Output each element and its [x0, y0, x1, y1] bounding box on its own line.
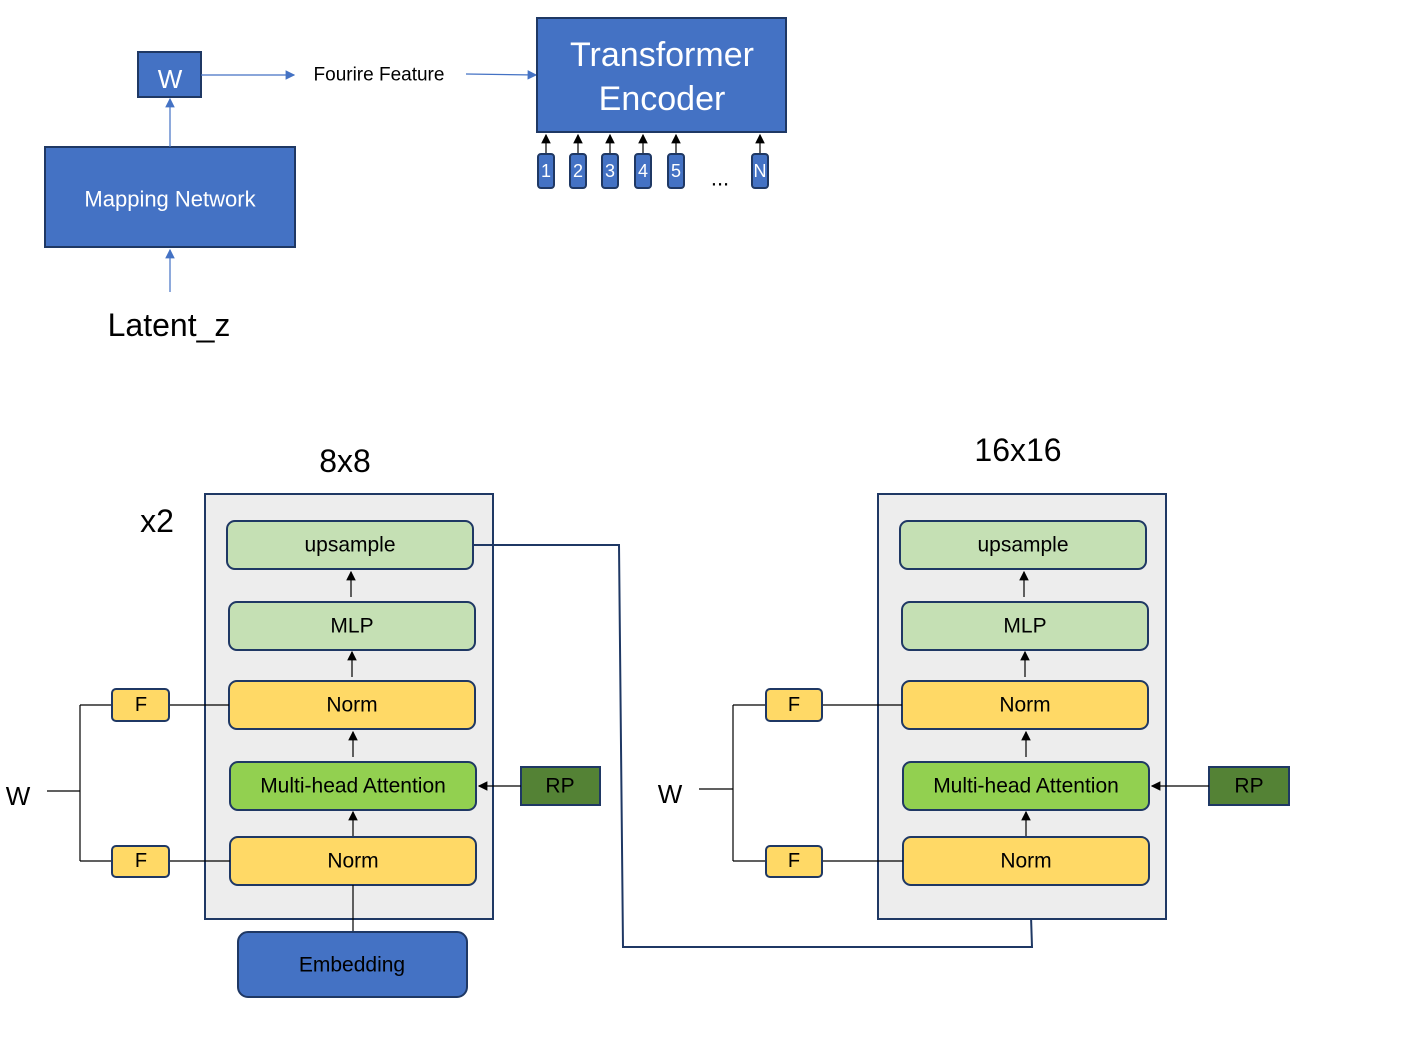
token: 4 [634, 133, 652, 189]
stage1-w-label: W [6, 781, 31, 811]
norm-label: Norm [999, 694, 1050, 717]
token-list: 1 2 3 4 5 ... N [537, 133, 769, 191]
rp-label: RP [1234, 775, 1263, 798]
token: 2 [569, 133, 587, 189]
stage2-w-label: W [658, 779, 683, 809]
token-label: 4 [638, 161, 648, 181]
token: 5 [667, 133, 685, 189]
stage1-rp-block: RP [520, 766, 601, 806]
stage1-repeat-label: x2 [140, 503, 174, 539]
stage2-rp-block: RP [1208, 766, 1290, 806]
token: N [751, 133, 769, 189]
transformer-encoder-box: Transformer Encoder [536, 17, 787, 133]
attention-label: Multi-head Attention [260, 775, 446, 798]
encoder-label-line2: Encoder [599, 80, 726, 118]
embedding-label: Embedding [299, 954, 405, 977]
token-ellipsis: ... [711, 166, 729, 191]
stage2-mlp-block: MLP [901, 601, 1149, 651]
w-label: W [158, 64, 183, 94]
token-label: 2 [573, 161, 583, 181]
token: 1 [537, 133, 555, 189]
stage2-norm-top-block: Norm [901, 680, 1149, 730]
latent-label: Latent_z [108, 307, 231, 343]
mlp-label: MLP [1003, 615, 1046, 638]
attention-label: Multi-head Attention [933, 775, 1119, 798]
mlp-label: MLP [330, 615, 373, 638]
norm-label: Norm [326, 694, 377, 717]
mapping-network-label: Mapping Network [84, 187, 256, 212]
f-label: F [135, 850, 147, 872]
stage2-title: 16x16 [974, 432, 1061, 468]
token-label: 5 [671, 161, 681, 181]
stage1-attention-block: Multi-head Attention [229, 761, 477, 811]
encoder-label-line1: Transformer [570, 36, 754, 74]
stage1-norm-bottom-block: Norm [229, 836, 477, 886]
norm-label: Norm [327, 850, 378, 873]
f-label: F [788, 694, 800, 716]
stage1-norm-top-block: Norm [228, 680, 476, 730]
embedding-block: Embedding [237, 931, 468, 998]
stage2-f-top: F [765, 688, 823, 722]
stage1-upsample-block: upsample [226, 520, 474, 570]
norm-label: Norm [1000, 850, 1051, 873]
upsample-label: upsample [304, 534, 395, 557]
stage2-upsample-block: upsample [899, 520, 1147, 570]
stage1-f-top: F [111, 688, 170, 722]
stage1-mlp-block: MLP [228, 601, 476, 651]
stage2-norm-bottom-block: Norm [902, 836, 1150, 886]
token-label: N [754, 161, 767, 181]
stage1-title: 8x8 [319, 443, 371, 479]
upsample-label: upsample [977, 534, 1068, 557]
stage2-attention-block: Multi-head Attention [902, 761, 1150, 811]
w-box: W [137, 51, 202, 98]
fourier-feature-label: Fourire Feature [314, 65, 445, 86]
token-label: 1 [541, 161, 551, 181]
token: 3 [601, 133, 619, 189]
f-label: F [788, 850, 800, 872]
token-label: 3 [605, 161, 615, 181]
f-label: F [135, 694, 147, 716]
rp-label: RP [545, 775, 574, 798]
architecture-diagram: W Mapping Network Latent_z Fourire Featu… [6, 17, 1290, 998]
mapping-network-box: Mapping Network [44, 146, 296, 248]
fourier-to-encoder-arrow [465, 70, 538, 80]
stage2-f-bottom: F [765, 845, 823, 878]
stage1-f-bottom: F [111, 845, 170, 878]
